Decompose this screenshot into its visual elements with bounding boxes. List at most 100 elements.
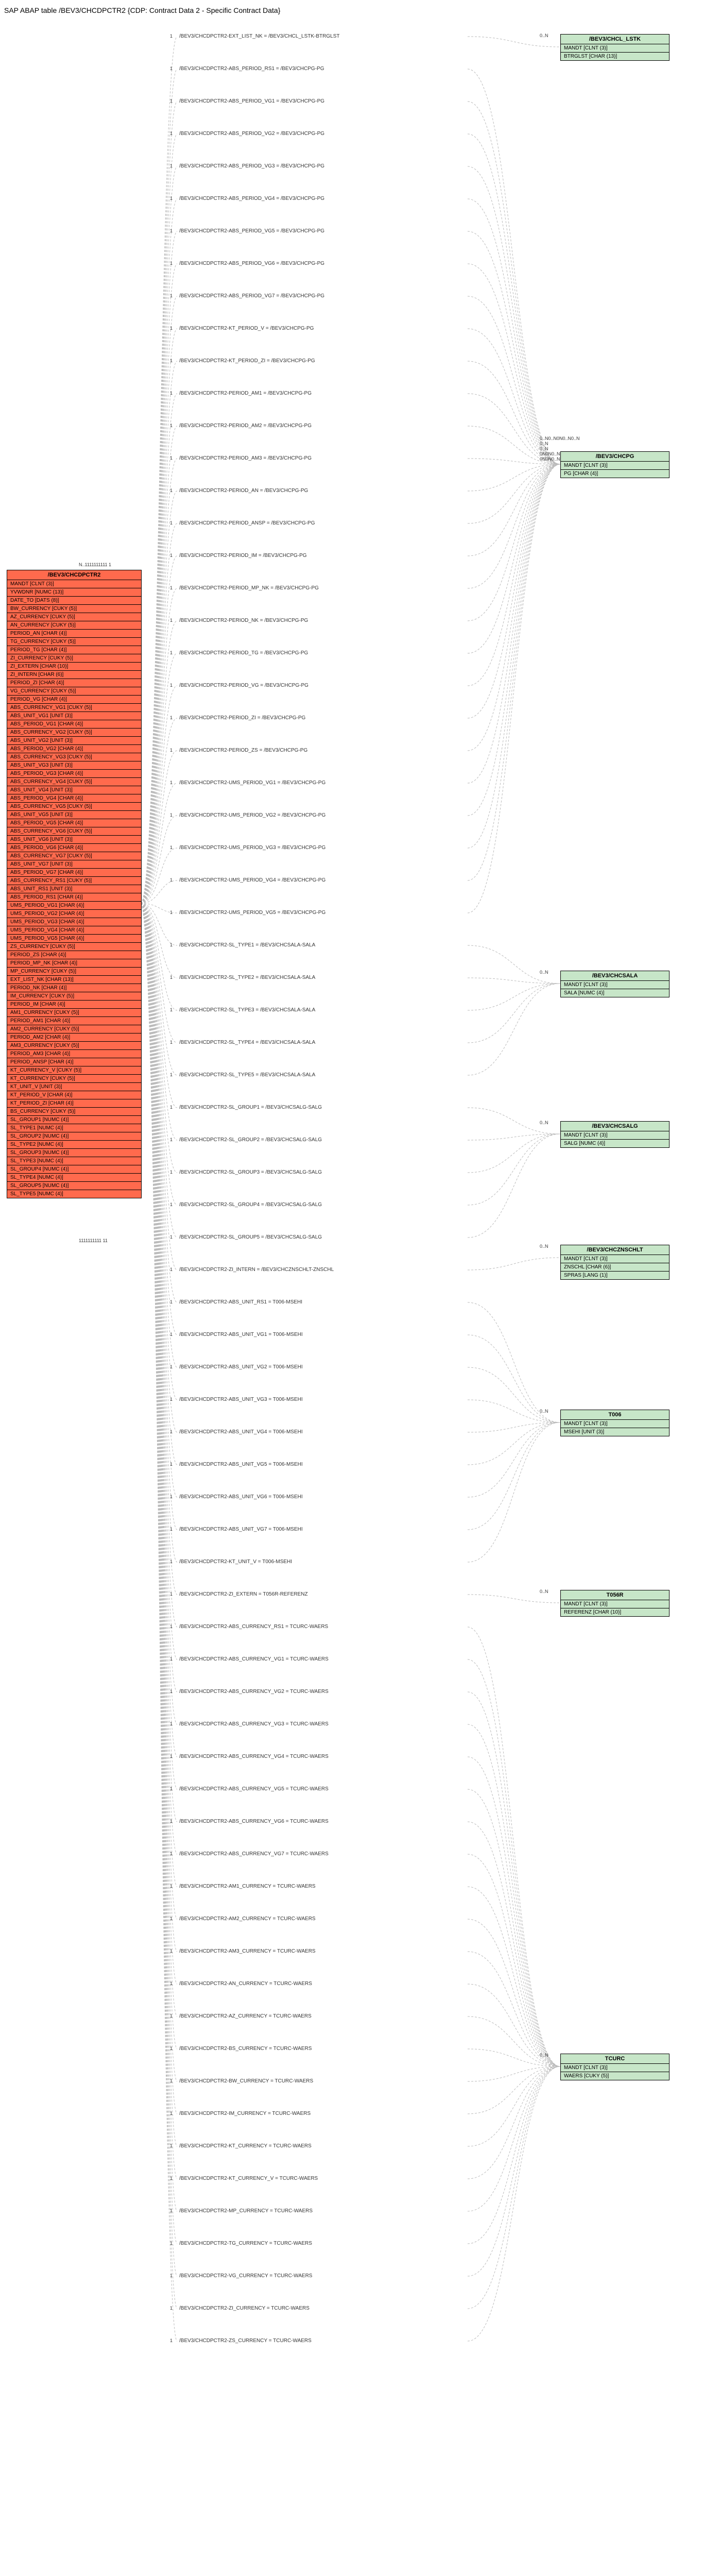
main-field: ABS_PERIOD_VG7 [CHAR (4)] [7,869,141,877]
card-one: 1 [170,650,173,655]
relationship-label: /BEV3/CHCDPCTR2-ABS_UNIT_RS1 = T006-MSEH… [179,1299,302,1305]
related-table-header: T006 [561,1410,669,1420]
card-one: 1 [170,780,173,785]
main-field: ABS_PERIOD_VG2 [CHAR (4)] [7,745,141,753]
relationship-label: /BEV3/CHCDPCTR2-IM_CURRENCY = TCURC-WAER… [179,2111,311,2116]
card-one: 1 [170,975,173,980]
card-one: 1 [170,1040,173,1045]
relationship-label: /BEV3/CHCDPCTR2-ABS_PERIOD_VG6 = /BEV3/C… [179,261,324,266]
main-table-header: /BEV3/CHCDPCTR2 [7,570,141,580]
relationship-label: /BEV3/CHCDPCTR2-PERIOD_AN = /BEV3/CHCPG-… [179,488,308,494]
card-one: 1 [170,1007,173,1012]
main-field: SL_TYPE4 [NUMC (4)] [7,1174,141,1182]
relationship-label: /BEV3/CHCDPCTR2-PERIOD_AM2 = /BEV3/CHCPG… [179,423,312,429]
relationship-label: /BEV3/CHCDPCTR2-AM1_CURRENCY = TCURC-WAE… [179,1884,316,1889]
main-field: PERIOD_TG [CHAR (4)] [7,646,141,654]
main-field: ABS_CURRENCY_VG1 [CUKY (5)] [7,704,141,712]
relationship-label: /BEV3/CHCDPCTR2-SL_GROUP5 = /BEV3/CHCSAL… [179,1234,322,1240]
main-field: PERIOD_AM3 [CHAR (4)] [7,1050,141,1058]
relationship-label: /BEV3/CHCDPCTR2-MP_CURRENCY = TCURC-WAER… [179,2208,313,2214]
card-one: 1 [170,196,173,201]
relationship-label: /BEV3/CHCDPCTR2-ZI_INTERN = /BEV3/CHCZNS… [179,1267,334,1273]
card-one: 1 [170,2078,173,2083]
relationship-label: /BEV3/CHCDPCTR2-PERIOD_AM1 = /BEV3/CHCPG… [179,391,312,396]
main-field: ABS_PERIOD_VG4 [CHAR (4)] [7,794,141,803]
card-one: 1 [170,877,173,883]
page-title: SAP ABAP table /BEV3/CHCDPCTR2 {CDP: Con… [4,4,700,19]
main-field: SL_GROUP1 [NUMC (4)] [7,1116,141,1124]
main-field: SL_GROUP5 [NUMC (4)] [7,1182,141,1190]
card-one: 1 [170,845,173,850]
relationship-label: /BEV3/CHCDPCTR2-ABS_CURRENCY_VG7 = TCURC… [179,1851,329,1857]
main-field: ZS_CURRENCY [CUKY (5)] [7,943,141,951]
main-field: PERIOD_AN [CHAR (4)] [7,630,141,638]
card-one: 1 [170,1916,173,1921]
main-field: ABS_PERIOD_VG5 [CHAR (4)] [7,819,141,827]
card-one: 1 [170,1754,173,1759]
relationship-label: /BEV3/CHCDPCTR2-ABS_CURRENCY_VG1 = TCURC… [179,1656,329,1662]
card-one: 1 [170,488,173,493]
relationship-label: /BEV3/CHCDPCTR2-TG_CURRENCY = TCURC-WAER… [179,2241,312,2246]
main-field: TG_CURRENCY [CUKY (5)] [7,638,141,646]
main-field: KT_UNIT_V [UNIT (3)] [7,1083,141,1091]
card-one: 1 [170,33,173,39]
relationship-label: /BEV3/CHCDPCTR2-SL_GROUP2 = /BEV3/CHCSAL… [179,1137,322,1143]
card-one: 1 [170,2111,173,2116]
relationship-label: /BEV3/CHCDPCTR2-ABS_UNIT_VG3 = T006-MSEH… [179,1397,303,1402]
main-field: YVWDNR [NUMC (13)] [7,588,141,597]
relationship-label: /BEV3/CHCDPCTR2-ABS_PERIOD_VG1 = /BEV3/C… [179,98,324,104]
card-one: 1 [170,910,173,915]
card-one: 1 [170,1105,173,1110]
relationship-label: /BEV3/CHCDPCTR2-BW_CURRENCY = TCURC-WAER… [179,2078,313,2084]
related-table-box: /BEV3/CHCZNSCHLTMANDT [CLNT (3)]ZNSCHL [… [560,1245,669,1280]
relationship-label: /BEV3/CHCDPCTR2-ABS_PERIOD_VG5 = /BEV3/C… [179,228,324,234]
relationship-label: /BEV3/CHCDPCTR2-KT_UNIT_V = T006-MSEHI [179,1559,292,1565]
relationship-label: /BEV3/CHCDPCTR2-KT_CURRENCY_V = TCURC-WA… [179,2176,318,2181]
card-one: 1 [170,1137,173,1142]
related-table-header: /BEV3/CHCL_LSTK [561,35,669,44]
card-one: 1 [170,1234,173,1240]
relationship-label: /BEV3/CHCDPCTR2-AZ_CURRENCY = TCURC-WAER… [179,2013,312,2019]
card-one: 1 [170,1364,173,1369]
main-field: ABS_CURRENCY_VG2 [CUKY (5)] [7,728,141,737]
card-one: 1 [170,1591,173,1597]
main-field: ABS_CURRENCY_VG5 [CUKY (5)] [7,803,141,811]
related-field: MANDT [CLNT (3)] [561,1600,669,1608]
relationship-label: /BEV3/CHCDPCTR2-SL_TYPE4 = /BEV3/CHCSALA… [179,1040,315,1045]
related-table-box: TCURCMANDT [CLNT (3)]WAERS [CUKY (5)] [560,2054,669,2080]
card-one: 1 [170,683,173,688]
card-one: 1 [170,1721,173,1726]
related-table-box: T056RMANDT [CLNT (3)]REFERENZ [CHAR (10)… [560,1590,669,1617]
main-field: ZI_INTERN [CHAR (6)] [7,671,141,679]
card-one: 1 [170,553,173,558]
main-field: ABS_UNIT_VG7 [UNIT (3)] [7,860,141,869]
related-table-header: T056R [561,1590,669,1600]
card-zero-n: 0..N [540,33,548,38]
main-field: ABS_UNIT_RS1 [UNIT (3)] [7,885,141,893]
main-field: PERIOD_ZI [CHAR (4)] [7,679,141,687]
main-field: SL_TYPE1 [NUMC (4)] [7,1124,141,1132]
card-one: 1 [170,2306,173,2311]
main-field: AZ_CURRENCY [CUKY (5)] [7,613,141,621]
main-field: PERIOD_MP_NK [CHAR (4)] [7,959,141,968]
relationship-label: /BEV3/CHCDPCTR2-VG_CURRENCY = TCURC-WAER… [179,2273,312,2279]
relationship-label: /BEV3/CHCDPCTR2-SL_GROUP4 = /BEV3/CHCSAL… [179,1202,322,1208]
main-table-box: /BEV3/CHCDPCTR2 MANDT [CLNT (3)]YVWDNR [… [7,570,142,1198]
card-one: 1 [170,326,173,331]
edges-svg [4,19,700,2576]
main-field: ABS_PERIOD_VG1 [CHAR (4)] [7,720,141,728]
relationship-label: /BEV3/CHCDPCTR2-ABS_PERIOD_VG3 = /BEV3/C… [179,163,324,169]
related-field: PG [CHAR (4)] [561,470,669,478]
related-table-box: T006MANDT [CLNT (3)]MSEHI [UNIT (3)] [560,1410,669,1436]
related-table-header: /BEV3/CHCSALG [561,1122,669,1131]
card-one: 1 [170,163,173,168]
card-one: 1 [170,585,173,590]
relationship-label: /BEV3/CHCDPCTR2-AN_CURRENCY = TCURC-WAER… [179,1981,312,1987]
main-field: UMS_PERIOD_VG2 [CHAR (4)] [7,910,141,918]
main-field: KT_PERIOD_V [CHAR (4)] [7,1091,141,1099]
card-one: 1 [170,1267,173,1272]
main-field: AM3_CURRENCY [CUKY (5)] [7,1042,141,1050]
main-field: UMS_PERIOD_VG1 [CHAR (4)] [7,902,141,910]
related-field: MANDT [CLNT (3)] [561,2064,669,2072]
relationship-label: /BEV3/CHCDPCTR2-ZS_CURRENCY = TCURC-WAER… [179,2338,312,2344]
